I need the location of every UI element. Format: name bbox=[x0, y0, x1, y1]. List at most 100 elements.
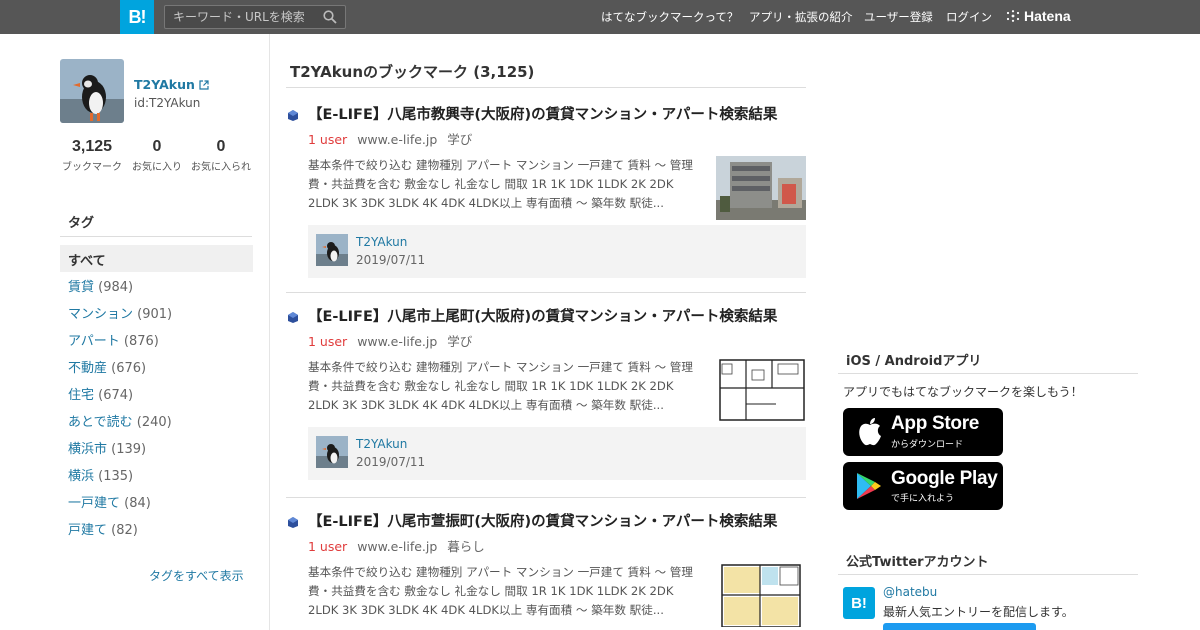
nav-login-link[interactable]: ログイン bbox=[946, 9, 992, 25]
entry-thumbnail[interactable] bbox=[716, 156, 806, 220]
tag-item[interactable]: 戸建て (82) bbox=[68, 519, 172, 546]
twitter-divider bbox=[838, 574, 1138, 575]
hatena-logo[interactable]: Hatena bbox=[1006, 8, 1071, 24]
entry-domain[interactable]: www.e-life.jp bbox=[357, 539, 437, 554]
entry-domain[interactable]: www.e-life.jp bbox=[357, 132, 437, 147]
tags-heading: タグ bbox=[68, 216, 95, 231]
profile-username[interactable]: T2YAkun bbox=[134, 77, 209, 92]
bookmark-entry: 【E-LIFE】八尾市上尾町(大阪府)の賃貸マンション・アパート検索結果 1 u… bbox=[286, 292, 806, 492]
entry-category[interactable]: 暮らし bbox=[447, 539, 485, 554]
stat-bookmarks-label: ブックマーク bbox=[62, 162, 122, 173]
nav-apps-link[interactable]: アプリ・拡張の紹介 bbox=[749, 9, 853, 25]
site-favicon-icon bbox=[288, 517, 298, 528]
entry-thumbnail[interactable] bbox=[716, 358, 806, 422]
tag-count: (676) bbox=[111, 361, 147, 376]
site-favicon-icon bbox=[288, 312, 298, 323]
nav-register-link[interactable]: ユーザー登録 bbox=[864, 9, 933, 25]
profile-id: id:T2YAkun bbox=[134, 96, 201, 110]
profile-name[interactable]: T2YAkun bbox=[134, 77, 195, 92]
app-store-label: App Store bbox=[891, 413, 980, 434]
search-input[interactable] bbox=[165, 6, 315, 28]
entry-category[interactable]: 学び bbox=[447, 132, 472, 147]
app-store-sublabel: からダウンロード bbox=[891, 440, 964, 450]
twitter-follow-button[interactable] bbox=[883, 623, 1036, 630]
entry-description: 基本条件で絞り込む 建物種別 アパート マンション 一戸建て 賃料 〜 管理 費… bbox=[308, 358, 706, 415]
entry-description-line: 基本条件で絞り込む 建物種別 アパート マンション 一戸建て 賃料 〜 管理 bbox=[308, 565, 693, 579]
tag-list: 賃貸 (984) マンション (901) アパート (876) 不動産 (676… bbox=[68, 276, 172, 546]
entry-category[interactable]: 学び bbox=[447, 334, 472, 349]
tag-count: (84) bbox=[124, 496, 151, 511]
apps-description: アプリでもはてなブックマークを楽しもう！ bbox=[843, 385, 1083, 399]
tag-count: (674) bbox=[98, 388, 134, 403]
entry-users-count[interactable]: 1 user bbox=[308, 334, 347, 349]
bookmark-entry: 【E-LIFE】八尾市教興寺(大阪府)の賃貸マンション・アパート検索結果 1 u… bbox=[286, 90, 806, 290]
entry-divider bbox=[286, 497, 806, 498]
bookmark-user-link[interactable]: T2YAkun bbox=[356, 235, 407, 249]
entry-users-count[interactable]: 1 user bbox=[308, 539, 347, 554]
avatar[interactable] bbox=[60, 59, 124, 123]
bookmark-entry: 【E-LIFE】八尾市萱振町(大阪府)の賃貸マンション・アパート検索結果 1 u… bbox=[286, 497, 806, 630]
stat-bookmarks[interactable]: 3,125 ブックマーク bbox=[62, 138, 122, 173]
profile-sidebar: T2YAkun id:T2YAkun 3,125 ブックマーク 0 お気に入り … bbox=[0, 34, 270, 630]
twitter-handle-link[interactable]: @hatebu bbox=[883, 585, 937, 599]
tag-name[interactable]: アパート bbox=[68, 334, 120, 349]
entry-thumbnail[interactable] bbox=[716, 563, 806, 627]
tag-item[interactable]: 横浜 (135) bbox=[68, 465, 172, 492]
tag-item[interactable]: 住宅 (674) bbox=[68, 384, 172, 411]
apps-heading: iOS / Androidアプリ bbox=[846, 354, 982, 369]
title-divider bbox=[286, 87, 806, 88]
tag-item[interactable]: 不動産 (676) bbox=[68, 357, 172, 384]
bookmark-comment-box: T2YAkun 2019/07/11 bbox=[308, 427, 806, 480]
avatar[interactable] bbox=[316, 234, 348, 266]
bookmark-user-link[interactable]: T2YAkun bbox=[356, 437, 407, 451]
avatar[interactable] bbox=[316, 436, 348, 468]
entry-description: 基本条件で絞り込む 建物種別 アパート マンション 一戸建て 賃料 〜 管理 費… bbox=[308, 156, 706, 213]
tag-item[interactable]: 賃貸 (984) bbox=[68, 276, 172, 303]
tag-name[interactable]: 不動産 bbox=[68, 361, 107, 376]
twitter-heading: 公式Twitterアカウント bbox=[846, 555, 989, 570]
nav-about-link[interactable]: はてなブックマークって？ bbox=[601, 9, 738, 25]
tag-item[interactable]: あとで読む (240) bbox=[68, 411, 172, 438]
stat-favorites-label: お気に入り bbox=[132, 162, 182, 173]
tag-count: (135) bbox=[98, 469, 134, 484]
entry-description-line: 費・共益費を含む 敷金なし 礼金なし 間取 1R 1K 1DK 1LDK 2K … bbox=[308, 584, 674, 598]
tag-name[interactable]: 賃貸 bbox=[68, 280, 94, 295]
tag-name[interactable]: マンション bbox=[68, 307, 133, 322]
tag-item[interactable]: マンション (901) bbox=[68, 303, 172, 330]
hatebu-twitter-logo[interactable]: B! bbox=[843, 587, 875, 619]
entry-description-line: 基本条件で絞り込む 建物種別 アパート マンション 一戸建て 賃料 〜 管理 bbox=[308, 158, 693, 172]
tag-name[interactable]: 住宅 bbox=[68, 388, 94, 403]
entry-title-link[interactable]: 【E-LIFE】八尾市上尾町(大阪府)の賃貸マンション・アパート検索結果 bbox=[308, 305, 806, 326]
search-box[interactable] bbox=[164, 5, 346, 29]
entry-description-line: 費・共益費を含む 敷金なし 礼金なし 間取 1R 1K 1DK 1LDK 2K … bbox=[308, 177, 674, 191]
google-play-button[interactable]: Google Play で手に入れよう bbox=[843, 462, 1003, 510]
tag-item[interactable]: アパート (876) bbox=[68, 330, 172, 357]
entry-domain[interactable]: www.e-life.jp bbox=[357, 334, 437, 349]
search-icon[interactable] bbox=[323, 10, 337, 24]
tag-name[interactable]: あとで読む bbox=[68, 415, 133, 430]
stat-favorites[interactable]: 0 お気に入り bbox=[130, 138, 184, 173]
tag-item[interactable]: 一戸建て (84) bbox=[68, 492, 172, 519]
tag-name[interactable]: 横浜市 bbox=[68, 442, 107, 457]
show-all-tags-link[interactable]: タグをすべて表示 bbox=[149, 567, 244, 584]
tag-count: (876) bbox=[123, 334, 159, 349]
tag-name[interactable]: 横浜 bbox=[68, 469, 94, 484]
entry-users-count[interactable]: 1 user bbox=[308, 132, 347, 147]
tag-all[interactable]: すべて bbox=[60, 245, 253, 272]
entry-title-link[interactable]: 【E-LIFE】八尾市教興寺(大阪府)の賃貸マンション・アパート検索結果 bbox=[308, 103, 806, 124]
stat-favorited[interactable]: 0 お気に入られ bbox=[190, 138, 252, 173]
stat-bookmarks-count: 3,125 bbox=[71, 138, 113, 155]
entry-title-link[interactable]: 【E-LIFE】八尾市萱振町(大阪府)の賃貸マンション・アパート検索結果 bbox=[308, 510, 806, 531]
external-link-icon bbox=[199, 79, 209, 90]
app-store-button[interactable]: App Store からダウンロード bbox=[843, 408, 1003, 456]
tag-item[interactable]: 横浜市 (139) bbox=[68, 438, 172, 465]
bookmark-comment-box: T2YAkun 2019/07/11 bbox=[308, 225, 806, 278]
tag-name[interactable]: 一戸建て bbox=[68, 496, 120, 511]
tag-count: (139) bbox=[111, 442, 147, 457]
bookmark-date[interactable]: 2019/07/11 bbox=[356, 253, 425, 267]
apps-divider bbox=[838, 373, 1138, 374]
bookmark-date[interactable]: 2019/07/11 bbox=[356, 455, 425, 469]
entry-description-line: 2LDK 3K 3DK 3LDK 4K 4DK 4LDK以上 専有面積 〜 築年… bbox=[308, 398, 664, 412]
tag-name[interactable]: 戸建て bbox=[68, 523, 107, 538]
hatebu-logo[interactable]: B! bbox=[120, 0, 154, 34]
